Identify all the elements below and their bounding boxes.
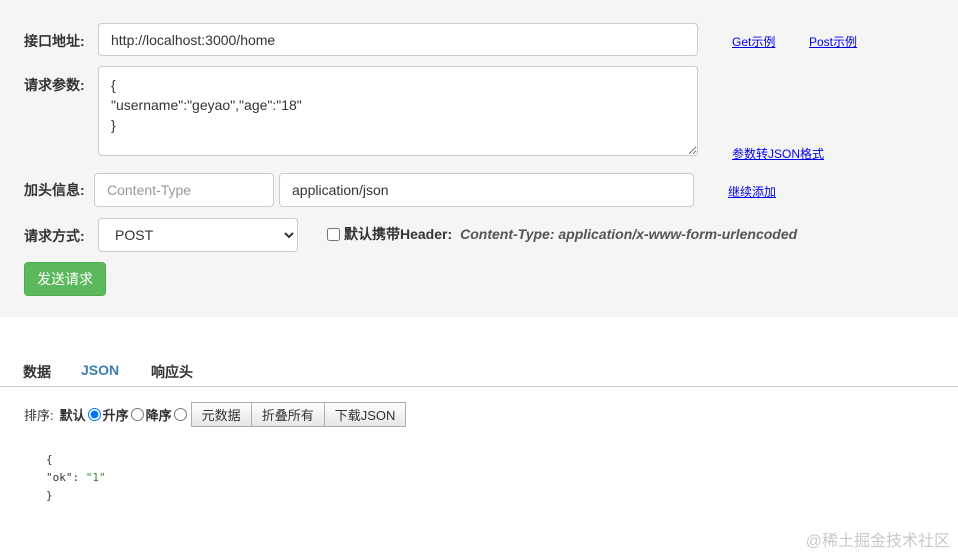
sort-default-label: 默认 [59,408,86,423]
sort-desc-label: 降序 [145,408,172,423]
tab-response-headers[interactable]: 响应头 [151,362,193,382]
header-value-input[interactable] [279,173,694,207]
json-colon: : [72,471,80,484]
send-request-button[interactable]: 发送请求 [24,262,106,296]
default-header-checkbox-row[interactable]: 默认携带Header: Content-Type: application/x-… [327,224,797,244]
params-textarea[interactable]: { "username":"geyao","age":"18" } [98,66,698,156]
json-value: "1" [85,471,106,484]
method-label: 请求方式: [24,228,85,244]
method-select[interactable]: POST [98,218,298,252]
to-json-link[interactable]: 参数转JSON格式 [732,145,824,162]
header-label: 加头信息: [24,182,85,198]
sort-asc-radio[interactable] [130,408,144,421]
get-example-link[interactable]: Get示例 [732,33,775,50]
response-tabs: 数据 JSON 响应头 [0,352,958,387]
download-json-button[interactable]: 下载JSON [323,402,407,427]
sort-asc-label: 升序 [102,408,129,423]
url-input[interactable] [98,23,698,56]
raw-data-button[interactable]: 元数据 [190,402,252,427]
json-close-brace: } [46,489,53,502]
collapse-all-button[interactable]: 折叠所有 [250,402,325,427]
json-output: { "ok": "1" } [46,451,106,505]
json-toolbar: 排序: 默认 升序 降序 元数据 折叠所有 下载JSON [24,402,407,427]
sort-label: 排序: [24,408,54,423]
json-open-brace: { [46,453,53,466]
sort-default-radio[interactable] [87,408,101,421]
default-header-note: Content-Type: application/x-www-form-url… [460,226,798,242]
json-key: "ok" [46,471,73,484]
url-label: 接口地址: [24,33,85,49]
tab-json[interactable]: JSON [81,362,119,378]
tab-data[interactable]: 数据 [23,362,51,382]
add-more-link[interactable]: 继续添加 [728,183,776,200]
sort-desc-radio[interactable] [173,408,187,421]
json-entry: "ok": "1" [46,469,106,487]
watermark: @稀土掘金技术社区 [805,533,950,550]
params-label: 请求参数: [24,77,85,93]
request-form-panel: 接口地址: Get示例 Post示例 请求参数: { "username":"g… [0,0,958,317]
default-header-label: 默认携带Header: [344,226,453,242]
header-key-input[interactable] [94,173,274,207]
post-example-link[interactable]: Post示例 [809,33,857,50]
default-header-checkbox[interactable] [327,227,340,241]
